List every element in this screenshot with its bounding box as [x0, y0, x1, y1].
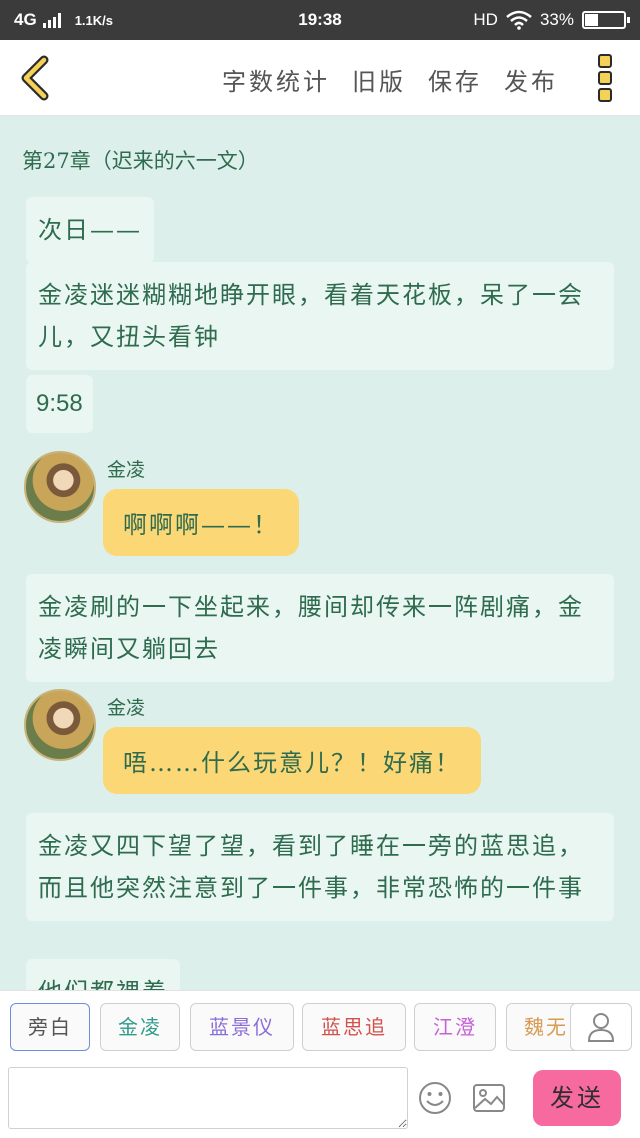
old-version-button[interactable]: 旧版 [352, 62, 406, 97]
character-tab-label: 蓝思追 [321, 1015, 387, 1039]
character-tab-label: 魏无 [524, 1015, 568, 1039]
character-tab-label: 蓝景仪 [209, 1015, 275, 1039]
compose-bar: 旁白 金凌 蓝景仪 蓝思追 江澄 魏无 发送 [0, 990, 640, 1138]
editor-toolbar: 字数统计 旧版 保存 发布 [0, 40, 640, 116]
character-tab-narrator[interactable]: 旁白 [10, 1003, 90, 1051]
status-bar: 4G 1.1K/s 19:38 HD 33% [0, 0, 640, 40]
smiley-icon[interactable] [418, 1081, 452, 1115]
narration-block[interactable]: 他们都裸着 [26, 959, 180, 990]
narration-block[interactable]: 金凌迷迷糊糊地睁开眼，看着天花板，呆了一会儿，又扭头看钟 [26, 262, 614, 370]
more-vertical-icon[interactable] [598, 54, 614, 102]
narration-block[interactable]: 金凌刷的一下坐起来，腰间却传来一阵剧痛，金凌瞬间又躺回去 [26, 574, 614, 682]
message-input[interactable] [8, 1067, 408, 1129]
avatar[interactable] [24, 451, 96, 523]
character-tab-jiangcheng[interactable]: 江澄 [414, 1003, 496, 1051]
toolbar-actions: 字数统计 旧版 保存 发布 [222, 62, 558, 97]
character-tab-jinling[interactable]: 金凌 [100, 1003, 180, 1051]
hd-indicator: HD [473, 10, 498, 29]
back-button[interactable] [14, 54, 58, 102]
narration-block[interactable]: 金凌又四下望了望，看到了睡在一旁的蓝思追，而且他突然注意到了一件事，非常恐怖的一… [26, 813, 614, 921]
character-tab-label: 江澄 [433, 1015, 477, 1039]
character-name: 金凌 [107, 697, 146, 719]
save-button[interactable]: 保存 [428, 62, 482, 97]
add-character-button[interactable] [570, 1003, 632, 1051]
chapter-title: 第27章（迟来的六一文） [22, 149, 259, 173]
image-icon[interactable] [472, 1081, 506, 1115]
chevron-left-icon [21, 55, 49, 101]
dialogue-bubble[interactable]: 唔……什么玩意儿？！好痛！ [103, 727, 481, 794]
story-content[interactable]: 第27章（迟来的六一文） 次日—— 金凌迷迷糊糊地睁开眼，看着天花板，呆了一会儿… [0, 117, 640, 990]
narration-block[interactable]: 9:58 [26, 375, 93, 433]
avatar[interactable] [24, 689, 96, 761]
narration-block[interactable]: 次日—— [26, 197, 154, 263]
battery-icon [582, 11, 630, 29]
battery-fill [585, 14, 598, 26]
user-icon [587, 1013, 615, 1042]
character-tab-label: 金凌 [118, 1015, 162, 1039]
character-name: 金凌 [107, 459, 146, 481]
character-tab-label: 旁白 [28, 1015, 72, 1039]
word-count-button[interactable]: 字数统计 [222, 62, 330, 97]
send-button[interactable]: 发送 [533, 1070, 621, 1126]
character-tab-lansizhui[interactable]: 蓝思追 [302, 1003, 406, 1051]
character-tab-lanjingyi[interactable]: 蓝景仪 [190, 1003, 294, 1051]
character-tabs: 旁白 金凌 蓝景仪 蓝思追 江澄 魏无 [0, 1003, 640, 1053]
battery-percent: 33% [539, 10, 574, 29]
dialogue-bubble[interactable]: 啊啊啊——！ [103, 489, 299, 556]
publish-button[interactable]: 发布 [504, 62, 558, 97]
wifi-icon [506, 10, 532, 30]
